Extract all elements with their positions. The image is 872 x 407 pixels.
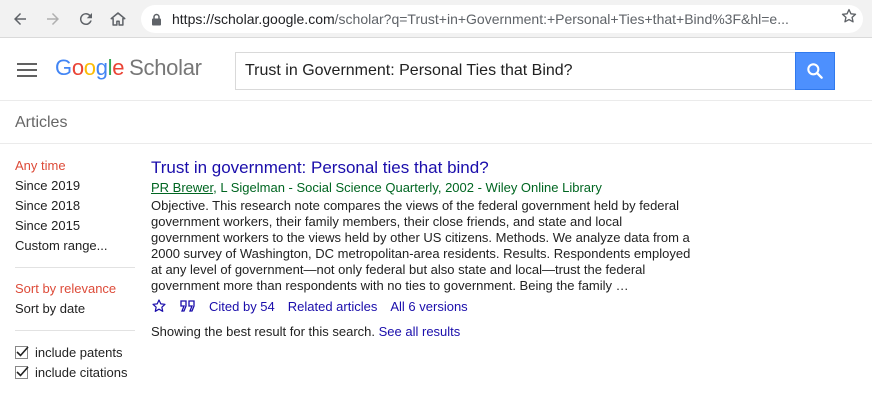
home-icon (110, 12, 126, 26)
browser-toolbar: https://scholar.google.com/scholar?q=Tru… (0, 0, 872, 38)
sort-by-date[interactable]: Sort by date (15, 299, 135, 319)
include-patents-checkbox[interactable]: include patents (15, 342, 135, 362)
search-button[interactable] (795, 52, 835, 90)
include-citations-checkbox[interactable]: include citations (15, 362, 135, 382)
result-source: , L Sigelman - Social Science Quarterly,… (213, 180, 602, 195)
lock-icon (151, 13, 162, 26)
checkbox-checked-icon (15, 345, 29, 359)
articles-label: Articles (15, 114, 68, 131)
search-result: Trust in government: Personal ties that … (151, 157, 691, 316)
reload-icon (79, 13, 92, 26)
back-button[interactable] (9, 8, 31, 30)
result-snippet: Objective. This research note compares t… (151, 198, 691, 293)
filter-since-2019[interactable]: Since 2019 (15, 176, 135, 196)
all-versions-link[interactable]: All 6 versions (390, 299, 467, 314)
scholar-logo[interactable]: Google Scholar (55, 55, 202, 81)
result-meta: PR Brewer, L Sigelman - Social Science Q… (151, 179, 691, 197)
menu-icon[interactable] (17, 63, 37, 77)
quote-icon (180, 300, 195, 312)
see-all-results-link[interactable]: See all results (379, 324, 461, 339)
divider (15, 330, 135, 331)
search-input[interactable]: Trust in Government: Personal Ties that … (235, 52, 796, 90)
cite-button[interactable] (180, 299, 196, 313)
filter-since-2018[interactable]: Since 2018 (15, 196, 135, 216)
search-icon (807, 63, 823, 79)
result-actions: Cited by 54 Related articles All 6 versi… (151, 296, 691, 316)
scholar-header: Google Scholar Trust in Government: Perso… (0, 39, 872, 101)
related-articles-link[interactable]: Related articles (288, 299, 378, 314)
filter-since-2015[interactable]: Since 2015 (15, 216, 135, 236)
url-path: /scholar?q=Trust+in+Government:+Personal… (334, 11, 789, 27)
result-title-link[interactable]: Trust in government: Personal ties that … (151, 157, 691, 178)
filter-any-time[interactable]: Any time (15, 156, 135, 176)
filter-custom-range[interactable]: Custom range... (15, 236, 135, 256)
sort-by-relevance[interactable]: Sort by relevance (15, 279, 135, 299)
checkbox-label: include citations (35, 364, 128, 380)
star-outline-icon (841, 8, 857, 23)
author-link[interactable]: PR Brewer (151, 180, 213, 195)
cited-by-link[interactable]: Cited by 54 (209, 299, 275, 314)
best-result-text: Showing the best result for this search. (151, 324, 376, 339)
reload-button[interactable] (75, 8, 97, 30)
arrow-left-icon (14, 13, 26, 25)
star-icon (152, 299, 166, 312)
checkbox-label: include patents (35, 344, 123, 360)
arrow-right-icon (47, 13, 59, 25)
home-button[interactable] (107, 8, 129, 30)
best-result-notice: Showing the best result for this search.… (151, 324, 460, 339)
filter-sidebar: Any time Since 2019 Since 2018 Since 201… (15, 156, 135, 382)
bookmark-button[interactable] (838, 5, 860, 27)
save-star-button[interactable] (151, 298, 167, 314)
divider (15, 267, 135, 268)
forward-button[interactable] (42, 8, 64, 30)
address-bar[interactable]: https://scholar.google.com/scholar?q=Tru… (141, 5, 863, 33)
url-host: https://scholar.google.com (172, 11, 335, 27)
checkbox-checked-icon (15, 365, 29, 379)
results-subheader: Articles (0, 102, 872, 144)
